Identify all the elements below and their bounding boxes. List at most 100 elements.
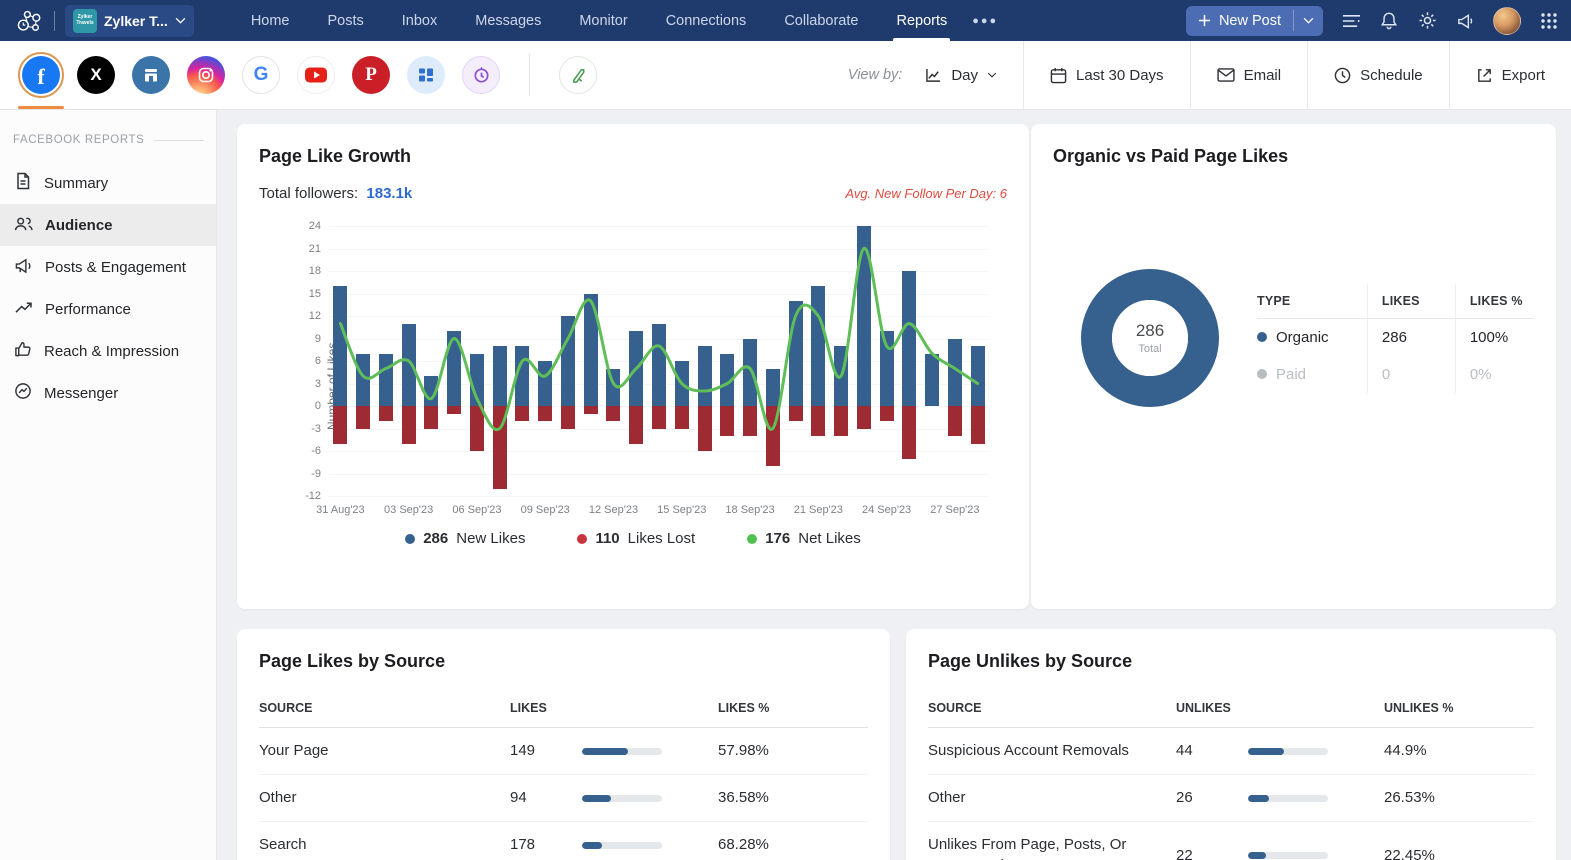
percent-bar	[582, 795, 662, 802]
sidebar-item-summary[interactable]: Summary	[0, 162, 216, 204]
source-table-header: UNLIKES	[1176, 694, 1248, 728]
primary-nav: HomePostsInboxMessagesMonitorConnections…	[232, 0, 966, 41]
document-icon	[14, 172, 32, 194]
source-table-header: LIKES	[510, 694, 582, 728]
y-axis-tick: -12	[287, 490, 321, 502]
view-by-label: View by:	[848, 67, 903, 83]
percent-bar-fill	[1248, 795, 1269, 802]
source-table-header: UNLIKES %	[1384, 694, 1534, 728]
source-percent-cell: 57.98%	[718, 728, 868, 775]
avg-new-follow: Avg. New Follow Per Day: 6	[845, 186, 1007, 201]
donut-total-value: 286	[1136, 321, 1164, 341]
x-axis-tick: 12 Sep'23	[589, 504, 638, 516]
organic-table-type-cell: Paid	[1257, 356, 1367, 393]
sidebar-item-audience[interactable]: Audience	[0, 204, 216, 246]
percent-bar-fill	[582, 842, 602, 849]
date-range-button[interactable]: Last 30 Days	[1023, 41, 1190, 109]
source-table-header-spacer	[1248, 694, 1384, 728]
view-by-value: Day	[951, 67, 978, 84]
legend-value: 110	[595, 530, 619, 547]
legend-dot	[577, 534, 587, 544]
export-label: Export	[1502, 67, 1545, 84]
user-avatar[interactable]	[1493, 7, 1521, 35]
total-followers: Total followers: 183.1k	[259, 185, 412, 202]
more-icon[interactable]: ●●●	[966, 15, 1004, 27]
instagram-channel-icon[interactable]	[187, 56, 225, 94]
y-axis-tick: 15	[287, 288, 321, 300]
brand-avatar: Zylker Travels	[73, 9, 97, 33]
app-grid-icon[interactable]	[1539, 11, 1559, 31]
organic-table-percent-cell: 0%	[1455, 356, 1534, 393]
chart-legend: 286New Likes110Likes Lost176Net Likes	[259, 530, 1007, 547]
nav-item-connections[interactable]: Connections	[647, 0, 766, 41]
legend-label: New Likes	[456, 530, 525, 547]
view-by-control[interactable]: View by: Day	[822, 41, 1023, 109]
y-axis-tick: -6	[287, 445, 321, 457]
calendar-icon	[1050, 67, 1067, 84]
sidebar-item-label: Audience	[45, 217, 113, 234]
youtube-channel-icon[interactable]	[297, 56, 335, 94]
nav-item-messages[interactable]: Messages	[456, 0, 560, 41]
like-growth-chart: 24211815129630-3-6-9-12Number of Likes31…	[259, 218, 1007, 533]
settings-gear-icon[interactable]	[1417, 11, 1437, 31]
source-percent-cell: 26.53%	[1384, 775, 1534, 822]
source-percent-cell: 22.45%	[1384, 822, 1534, 860]
announcement-megaphone-icon[interactable]	[1455, 11, 1475, 31]
organic-paid-donut-chart: 286 Total	[1081, 269, 1219, 407]
y-axis-tick: 3	[287, 378, 321, 390]
organic-table-percent-cell: 100%	[1455, 319, 1534, 356]
source-name-cell: Other	[259, 775, 510, 822]
storefront-channel-icon[interactable]	[132, 56, 170, 94]
y-axis-tick: 6	[287, 355, 321, 367]
source-value-cell: 44	[1176, 728, 1248, 775]
y-axis-tick: 21	[287, 243, 321, 255]
card-title: Page Like Growth	[259, 146, 1007, 167]
nav-item-monitor[interactable]: Monitor	[560, 0, 646, 41]
series-dot	[1257, 332, 1267, 342]
notifications-bell-icon[interactable]	[1379, 11, 1399, 31]
nav-item-reports[interactable]: Reports	[877, 0, 966, 41]
sidebar-item-messenger[interactable]: Messenger	[0, 372, 216, 414]
timer-channel-icon[interactable]	[462, 56, 500, 94]
schedule-button[interactable]: Schedule	[1307, 41, 1449, 109]
zoho-channel-icon[interactable]	[559, 56, 597, 94]
pinterest-channel-icon[interactable]: P	[352, 56, 390, 94]
google-channel-icon[interactable]: G	[242, 56, 280, 94]
channel-toolbar: fXGP View by: Day Last 30 Days E	[0, 41, 1571, 110]
sidebar-heading: FACEBOOK REPORTS	[0, 134, 216, 146]
nav-item-home[interactable]: Home	[232, 0, 309, 41]
new-post-button[interactable]: New Post	[1186, 6, 1323, 36]
sidebar-item-performance[interactable]: Performance	[0, 288, 216, 330]
facebook-channel-icon[interactable]: f	[22, 56, 60, 94]
sidebar-item-label: Performance	[45, 301, 131, 318]
percent-bar-fill	[1248, 748, 1284, 755]
activity-list-icon[interactable]	[1341, 11, 1361, 31]
sidebar-item-reach-impression[interactable]: Reach & Impression	[0, 330, 216, 372]
chevron-down-icon	[1303, 17, 1314, 24]
net-likes-line	[329, 226, 989, 496]
y-axis-tick: -9	[287, 468, 321, 480]
donut-total-caption: Total	[1138, 343, 1161, 355]
y-axis-tick: 9	[287, 333, 321, 345]
likes-bar-cell	[582, 728, 718, 775]
legend-value: 176	[765, 530, 790, 547]
nav-item-inbox[interactable]: Inbox	[383, 0, 456, 41]
sidebar-item-label: Posts & Engagement	[45, 259, 186, 276]
x-channel-icon[interactable]: X	[77, 56, 115, 94]
new-post-dropdown[interactable]	[1293, 10, 1323, 31]
organic-table-likes-cell: 0	[1367, 356, 1455, 393]
percent-bar	[1248, 795, 1328, 802]
series-dot	[1257, 369, 1267, 379]
nav-item-posts[interactable]: Posts	[309, 0, 383, 41]
source-percent-cell: 36.58%	[718, 775, 868, 822]
brand-selector[interactable]: Zylker Travels Zylker T...	[65, 5, 194, 37]
source-name-cell: Unlikes From Page, Posts, Or News Feed	[928, 822, 1176, 860]
zoho-social-logo-icon[interactable]	[14, 6, 44, 36]
sidebar-item-posts-engagement[interactable]: Posts & Engagement	[0, 246, 216, 288]
email-button[interactable]: Email	[1190, 41, 1308, 109]
source-value-cell: 149	[510, 728, 582, 775]
nav-item-collaborate[interactable]: Collaborate	[765, 0, 877, 41]
export-button[interactable]: Export	[1449, 41, 1571, 109]
grid-app-channel-icon[interactable]	[407, 56, 445, 94]
total-followers-value: 183.1k	[366, 185, 412, 202]
